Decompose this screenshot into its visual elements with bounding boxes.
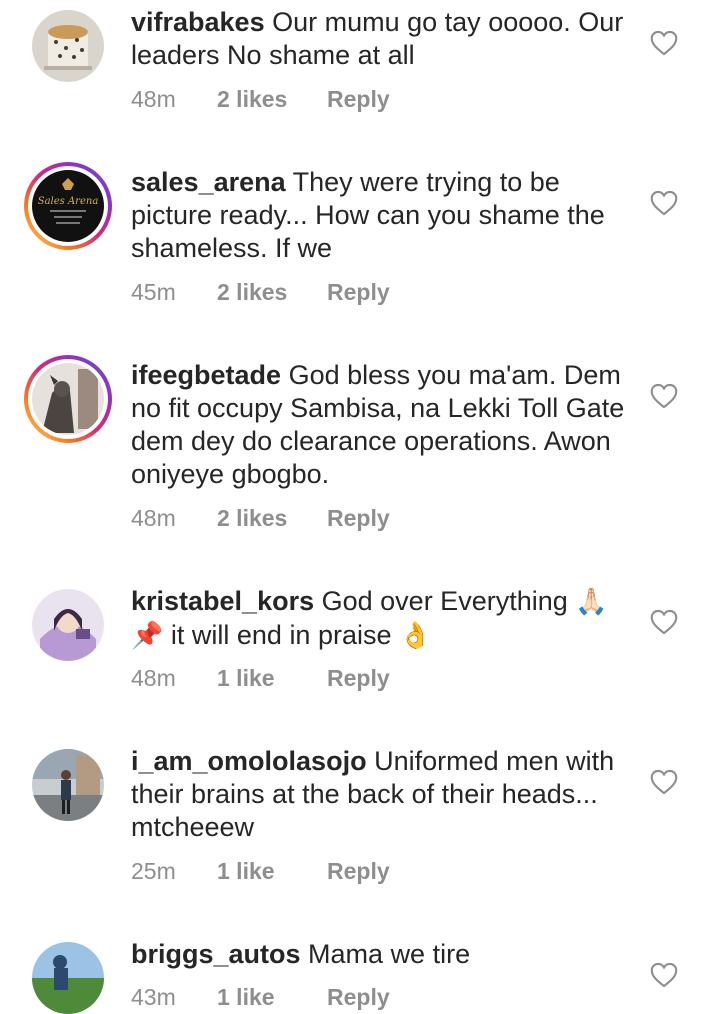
comment-text: briggs_autos Mama we tire bbox=[131, 938, 631, 971]
heart-icon[interactable] bbox=[650, 769, 678, 795]
cake-avatar-icon bbox=[32, 10, 104, 82]
comment-meta: 43m 1 like Reply bbox=[131, 984, 390, 1011]
heart-icon[interactable] bbox=[650, 30, 678, 56]
comment-time: 48m bbox=[131, 505, 176, 531]
ok-hand-emoji: 👌 bbox=[399, 621, 432, 651]
gargoyle-avatar-icon bbox=[32, 363, 104, 435]
avatar[interactable]: Sales Arena bbox=[24, 162, 112, 250]
reply-button[interactable]: Reply bbox=[327, 984, 390, 1011]
svg-text:Sales Arena: Sales Arena bbox=[38, 196, 99, 207]
avatar[interactable] bbox=[32, 942, 104, 1014]
reply-button[interactable]: Reply bbox=[327, 505, 390, 532]
heart-icon[interactable] bbox=[650, 609, 678, 635]
anime-avatar-icon bbox=[32, 589, 104, 661]
comment-likes[interactable]: 1 like bbox=[217, 665, 327, 692]
comment-text: ifeegbetade God bless you ma'am. Dem no … bbox=[131, 359, 631, 491]
comment-text: sales_arena They were trying to be pictu… bbox=[131, 166, 631, 265]
comment-meta: 48m 2 likes Reply bbox=[131, 86, 390, 113]
comment-meta: 45m 2 likes Reply bbox=[131, 279, 390, 306]
comment-meta: 25m 1 like Reply bbox=[131, 858, 390, 885]
comment-likes[interactable]: 2 likes bbox=[217, 505, 327, 532]
heart-icon[interactable] bbox=[650, 190, 678, 216]
comment-username[interactable]: sales_arena bbox=[131, 167, 286, 197]
comment-likes[interactable]: 2 likes bbox=[217, 86, 327, 113]
comment-meta: 48m 2 likes Reply bbox=[131, 505, 390, 532]
avatar[interactable] bbox=[32, 749, 104, 821]
avatar[interactable] bbox=[24, 355, 112, 443]
reply-button[interactable]: Reply bbox=[327, 279, 390, 306]
comment-text: i_am_omololasojo Uniformed men with thei… bbox=[131, 745, 631, 844]
comment-meta: 48m 1 like Reply bbox=[131, 665, 390, 692]
comment-time: 43m bbox=[131, 984, 176, 1010]
heart-icon[interactable] bbox=[650, 383, 678, 409]
comment-username[interactable]: ifeegbetade bbox=[131, 360, 281, 390]
reply-button[interactable]: Reply bbox=[327, 86, 390, 113]
pushpin-emoji: 📌 bbox=[131, 621, 164, 651]
person-standing-avatar-icon bbox=[32, 749, 104, 821]
comment-username[interactable]: kristabel_kors bbox=[131, 586, 314, 616]
comment-text: vifrabakes Our mumu go tay ooooo. Our le… bbox=[131, 6, 631, 72]
comment-body-line1: God over Everything bbox=[321, 586, 568, 616]
avatar[interactable] bbox=[32, 589, 104, 661]
comment-username[interactable]: vifrabakes bbox=[131, 7, 265, 37]
avatar[interactable] bbox=[32, 10, 104, 82]
reply-button[interactable]: Reply bbox=[327, 858, 390, 885]
sales-arena-logo-icon: Sales Arena bbox=[32, 170, 104, 242]
heart-icon[interactable] bbox=[650, 962, 678, 988]
comment-username[interactable]: briggs_autos bbox=[131, 939, 301, 969]
comment-time: 45m bbox=[131, 279, 176, 305]
comment-time: 48m bbox=[131, 665, 176, 691]
comment-body: Mama we tire bbox=[308, 939, 471, 969]
comment-likes[interactable]: 2 likes bbox=[217, 279, 327, 306]
golf-avatar-icon bbox=[32, 942, 104, 1014]
comment-time: 48m bbox=[131, 86, 176, 112]
folded-hands-emoji: 🙏🏻 bbox=[575, 587, 608, 617]
comment-username[interactable]: i_am_omololasojo bbox=[131, 746, 367, 776]
comment-likes[interactable]: 1 like bbox=[217, 984, 327, 1011]
comment-time: 25m bbox=[131, 858, 176, 884]
comment-likes[interactable]: 1 like bbox=[217, 858, 327, 885]
comment-body-line2: it will end in praise bbox=[170, 620, 392, 650]
reply-button[interactable]: Reply bbox=[327, 665, 390, 692]
comment-text: kristabel_kors God over Everything 🙏🏻 📌 … bbox=[131, 585, 631, 653]
